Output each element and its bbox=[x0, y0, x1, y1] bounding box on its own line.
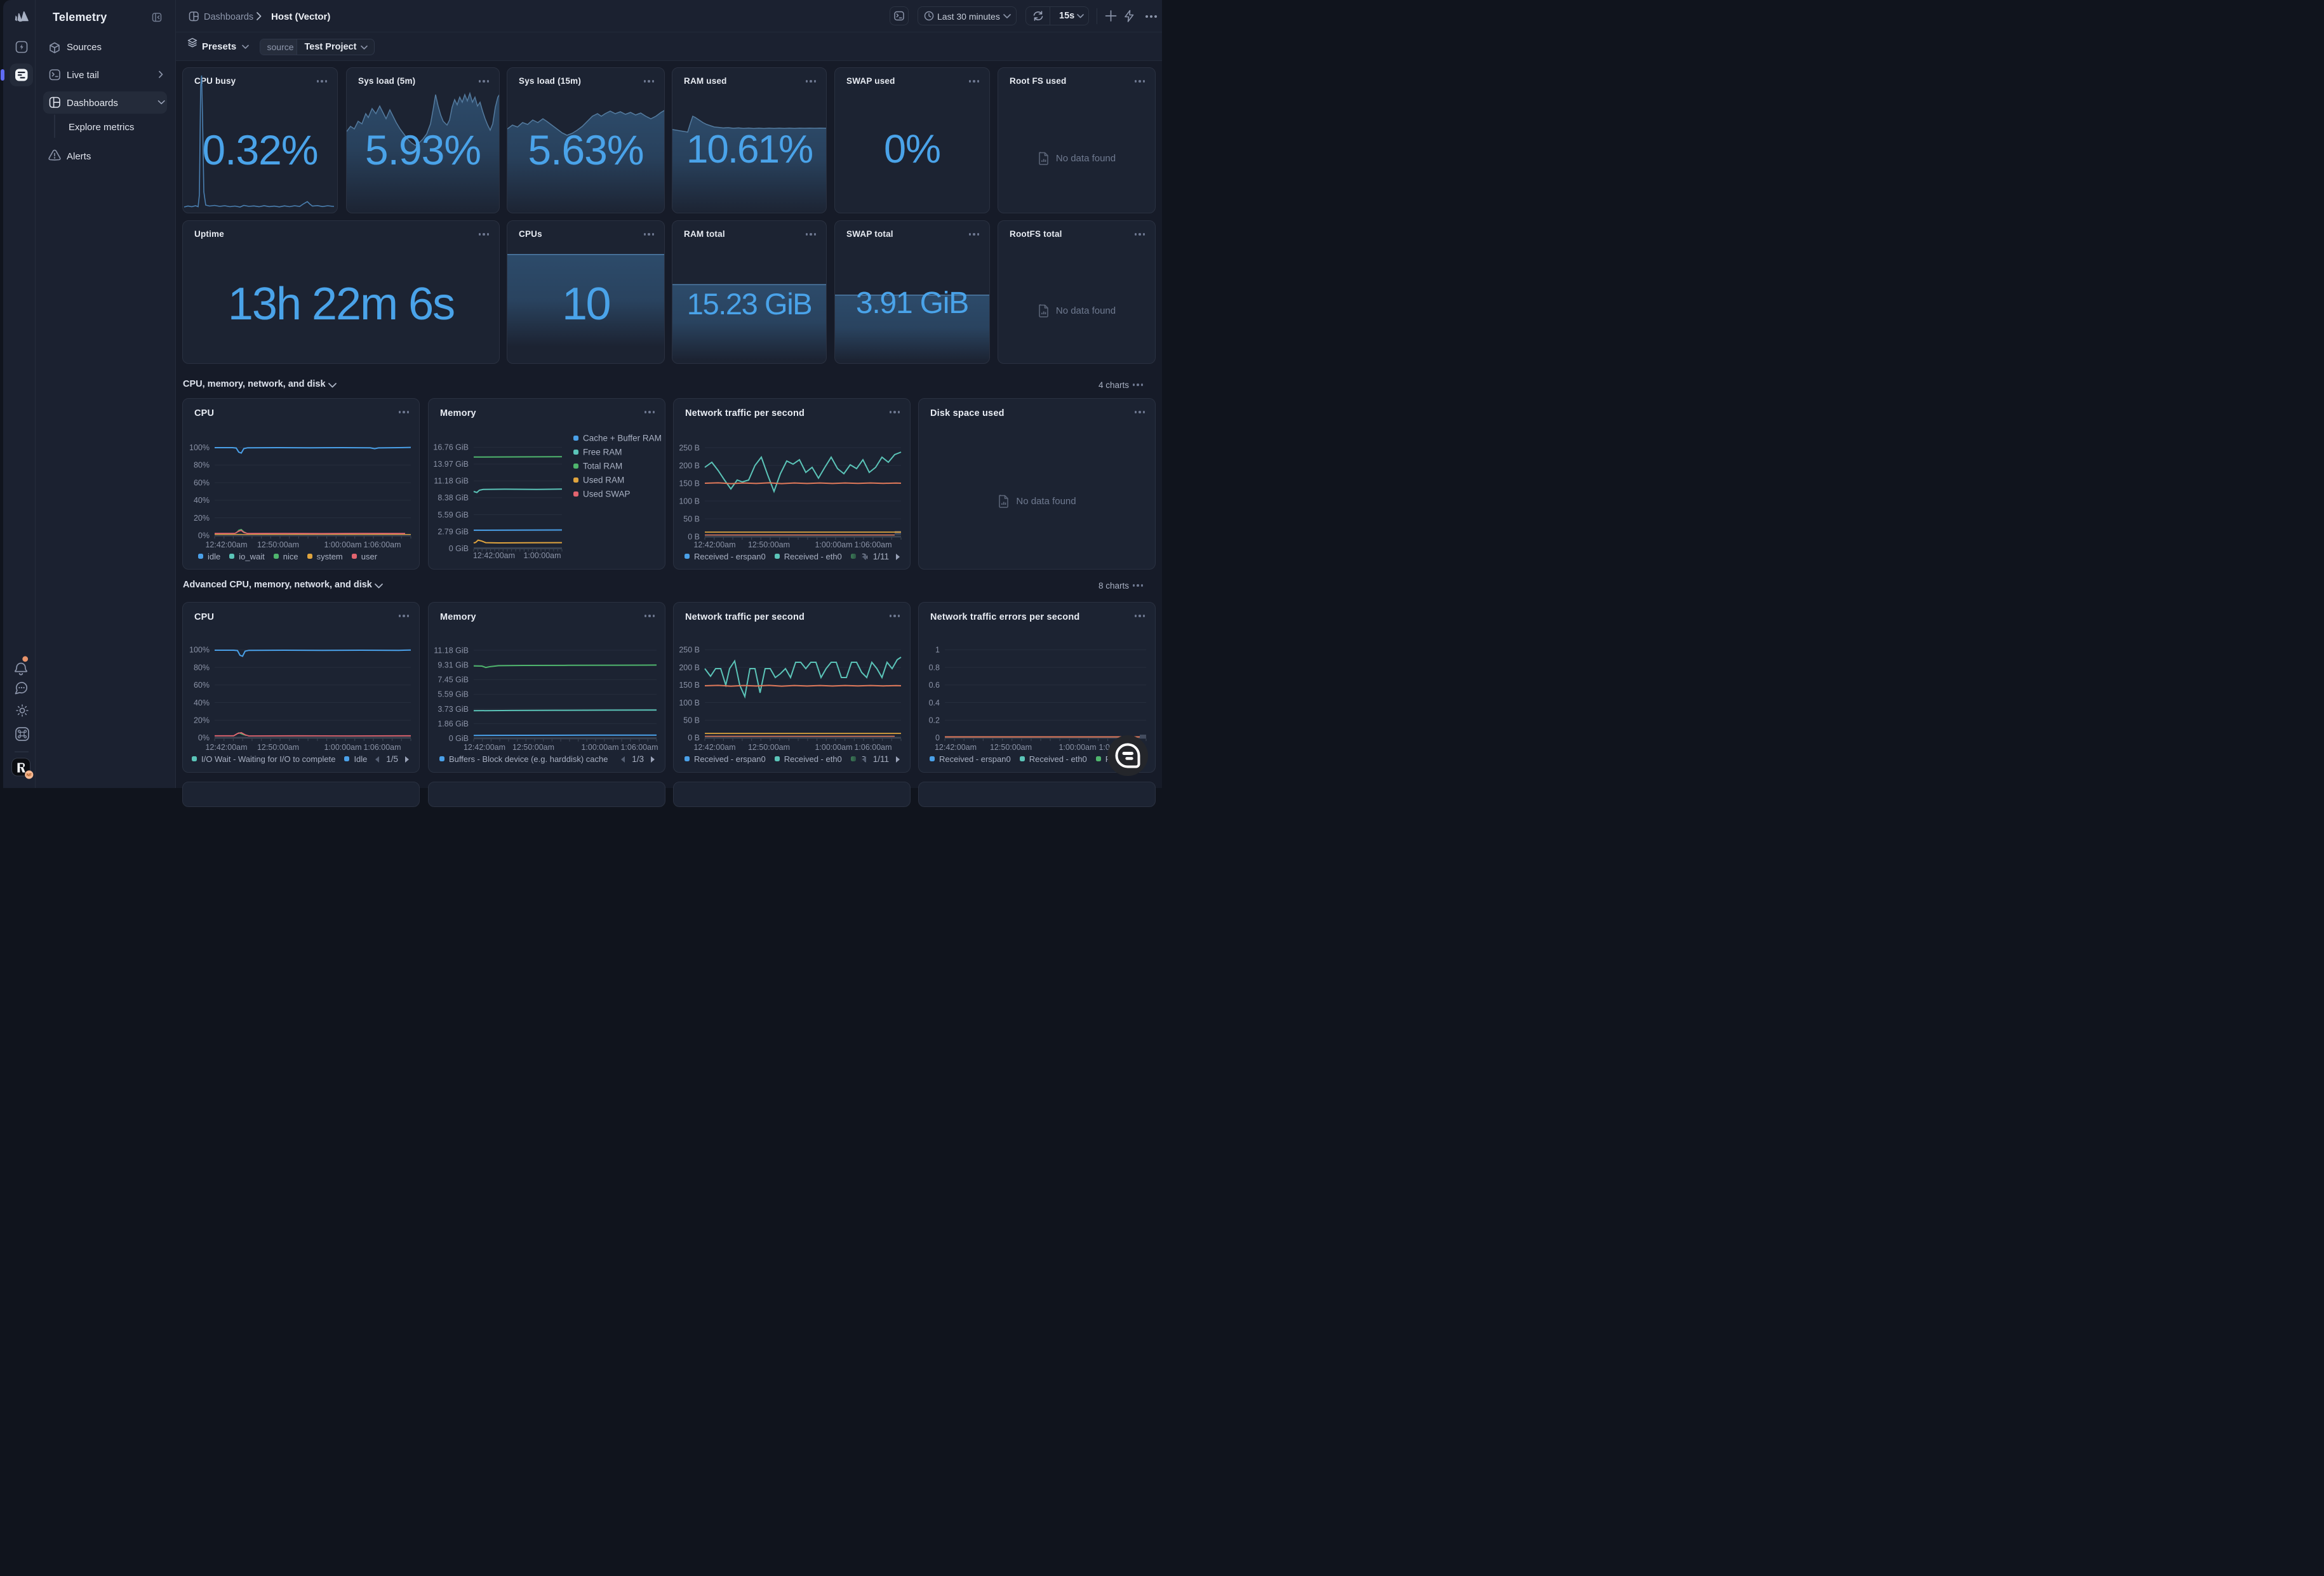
svg-text:250 B: 250 B bbox=[679, 443, 700, 452]
svg-text:0.2: 0.2 bbox=[929, 716, 940, 725]
svg-text:8.38 GiB: 8.38 GiB bbox=[437, 493, 469, 502]
svg-text:Total RAM: Total RAM bbox=[583, 462, 622, 471]
svg-text:2.79 GiB: 2.79 GiB bbox=[437, 527, 469, 536]
svg-text:11.18 GiB: 11.18 GiB bbox=[434, 477, 469, 486]
svg-text:0%: 0% bbox=[198, 733, 210, 742]
svg-text:50 B: 50 B bbox=[683, 514, 700, 523]
svg-text:0.8: 0.8 bbox=[929, 663, 940, 672]
svg-text:Cache + Buffer RAM: Cache + Buffer RAM bbox=[583, 434, 662, 443]
svg-text:5.59 GiB: 5.59 GiB bbox=[437, 690, 469, 699]
svg-text:250 B: 250 B bbox=[679, 646, 700, 655]
svg-text:0 GiB: 0 GiB bbox=[449, 734, 469, 743]
svg-text:100%: 100% bbox=[189, 646, 210, 655]
svg-text:5.59 GiB: 5.59 GiB bbox=[437, 511, 469, 519]
svg-text:0 B: 0 B bbox=[688, 733, 700, 742]
svg-text:40%: 40% bbox=[194, 496, 210, 505]
svg-text:100 B: 100 B bbox=[679, 698, 700, 707]
svg-text:0%: 0% bbox=[198, 531, 210, 540]
svg-text:Used SWAP: Used SWAP bbox=[583, 490, 631, 499]
svg-text:40%: 40% bbox=[194, 698, 210, 707]
svg-text:16.76 GiB: 16.76 GiB bbox=[433, 443, 469, 452]
svg-text:0.4: 0.4 bbox=[929, 698, 940, 707]
svg-text:150 B: 150 B bbox=[679, 681, 700, 690]
svg-text:80%: 80% bbox=[194, 663, 210, 672]
svg-text:3.73 GiB: 3.73 GiB bbox=[437, 705, 469, 714]
svg-text:150 B: 150 B bbox=[679, 479, 700, 488]
svg-text:13.97 GiB: 13.97 GiB bbox=[433, 460, 469, 469]
svg-text:1: 1 bbox=[935, 646, 940, 655]
svg-text:1.86 GiB: 1.86 GiB bbox=[437, 719, 469, 728]
svg-text:100%: 100% bbox=[189, 443, 210, 452]
svg-text:200 B: 200 B bbox=[679, 663, 700, 672]
svg-text:100 B: 100 B bbox=[679, 497, 700, 505]
svg-text:Used RAM: Used RAM bbox=[583, 476, 624, 485]
svg-text:0: 0 bbox=[935, 733, 940, 742]
svg-text:20%: 20% bbox=[194, 514, 210, 523]
svg-text:60%: 60% bbox=[194, 478, 210, 487]
svg-text:60%: 60% bbox=[194, 681, 210, 690]
svg-text:50 B: 50 B bbox=[683, 716, 700, 725]
svg-text:NF: NF bbox=[27, 773, 32, 777]
svg-text:0.6: 0.6 bbox=[929, 681, 940, 690]
svg-text:80%: 80% bbox=[194, 461, 210, 470]
svg-text:7.45 GiB: 7.45 GiB bbox=[437, 676, 469, 684]
svg-text:Free RAM: Free RAM bbox=[583, 448, 622, 457]
svg-text:11.18 GiB: 11.18 GiB bbox=[434, 646, 469, 655]
svg-text:200 B: 200 B bbox=[679, 461, 700, 470]
svg-text:0 GiB: 0 GiB bbox=[449, 544, 469, 553]
svg-text:9.31 GiB: 9.31 GiB bbox=[437, 660, 469, 669]
svg-text:20%: 20% bbox=[194, 716, 210, 725]
